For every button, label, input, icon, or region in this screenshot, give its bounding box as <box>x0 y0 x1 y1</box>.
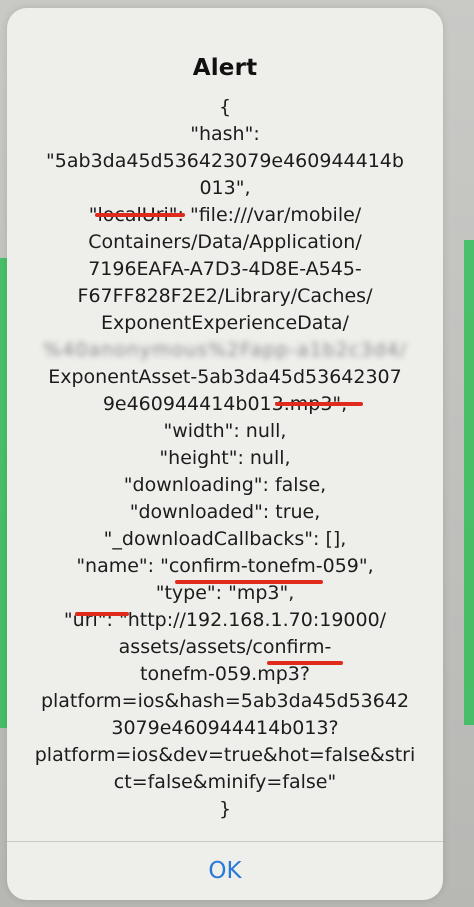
message-line: 013", <box>199 177 251 199</box>
message-line: "type": "mp3", <box>155 582 295 604</box>
message-line: platform=ios&hash=5ab3da45d53642 <box>40 690 410 712</box>
message-line: ExponentAsset-5ab3da45d53642307 <box>48 366 402 388</box>
message-line: ct=false&minify=false" <box>113 771 337 793</box>
message-line: 7196EAFA-A7D3-4D8E-A545- <box>88 258 362 280</box>
message-line: "downloaded": true, <box>129 501 321 523</box>
message-line: assets/assets/confirm- <box>118 636 332 658</box>
ok-button[interactable]: OK <box>7 842 443 900</box>
message-line: Containers/Data/Application/ <box>88 231 362 253</box>
redacted-message-line: %40anonymous%2Fapp-a1b2c3d4/ <box>43 339 407 361</box>
message-line: ExponentExperienceData/ <box>101 312 349 334</box>
message-line: "downloading": false, <box>123 474 327 496</box>
annotation-underline-type <box>175 580 323 584</box>
message-line: tonefm-059.mp3? <box>140 663 310 685</box>
message-line: "name": "confirm-tonefm-059", <box>76 555 374 577</box>
annotation-underline-mp3-local <box>275 402 363 406</box>
annotation-underline-uri <box>75 612 129 616</box>
message-line: platform=ios&dev=true&hot=false&stri <box>34 744 416 766</box>
annotation-underline-mp3-uri <box>267 661 343 665</box>
message-line: "_downloadCallbacks": [], <box>103 528 347 550</box>
alert-title: Alert <box>192 55 258 81</box>
message-line: "height": null, <box>159 447 291 469</box>
annotation-underline-localuri <box>95 213 185 217</box>
message-line: "5ab3da45d536423079e460944414b <box>46 150 404 172</box>
message-line: "hash": <box>190 123 260 145</box>
message-line: 3079e460944414b013? <box>111 717 339 739</box>
background-green-strip-right <box>464 240 474 725</box>
message-line: "width": null, <box>163 420 287 442</box>
message-line: F67FF828F2E2/Library/Caches/ <box>77 285 373 307</box>
message-line: { <box>218 96 232 118</box>
message-line: "localUri": "file:///var/mobile/ <box>88 204 362 226</box>
message-line: } <box>218 798 232 820</box>
alert-dialog: Alert { "hash": "5ab3da45d536423079e4609… <box>7 8 443 900</box>
alert-message: { "hash": "5ab3da45d536423079e460944414b… <box>29 94 421 823</box>
